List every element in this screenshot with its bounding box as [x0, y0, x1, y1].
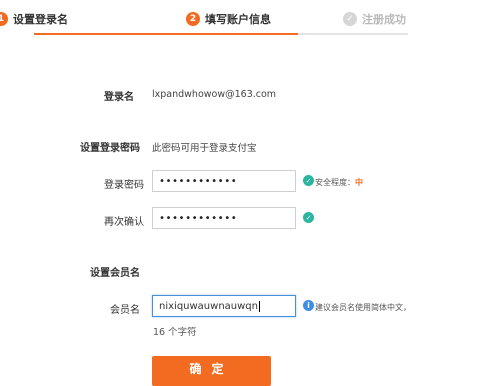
- progress-line-inactive: [298, 33, 408, 35]
- login-name-value: lxpandwhowow@163.com: [152, 89, 277, 100]
- confirm-password-input[interactable]: ••••••••••••: [152, 207, 296, 229]
- check-icon: ✓: [303, 175, 314, 186]
- step-2-label: 填写账户信息: [205, 13, 271, 26]
- progress-line-active: [34, 33, 298, 35]
- check-circle-icon: ✓: [343, 12, 357, 26]
- step-3-label: 注册成功: [362, 13, 406, 26]
- password-label: 登录密码: [104, 180, 144, 191]
- strength-label: 安全程度：: [315, 178, 355, 187]
- step-progress-bar: 1 设置登录名 2 填写账户信息 ✓ 注册成功: [0, 0, 498, 35]
- password-strength: 安全程度：中: [315, 177, 363, 188]
- step-1-badge: 1: [0, 12, 8, 26]
- step-1-label: 设置登录名: [13, 13, 68, 26]
- password-note: 此密码可用于登录支付宝: [152, 143, 257, 154]
- confirm-button[interactable]: 确定: [152, 356, 271, 386]
- check-icon: ✓: [303, 212, 314, 223]
- text-caret: [259, 300, 260, 312]
- member-name-label: 会员名: [110, 305, 140, 316]
- login-name-label: 登录名: [104, 92, 134, 103]
- step-1: 1 设置登录名: [0, 10, 68, 28]
- member-section-title: 设置会员名: [90, 268, 140, 279]
- strength-value: 中: [355, 178, 363, 187]
- step-2: 2 填写账户信息: [186, 10, 271, 28]
- password-section-title: 设置登录密码: [80, 143, 140, 154]
- char-count: 16 个字符: [153, 327, 197, 338]
- info-icon: i: [303, 300, 314, 311]
- member-name-hint: 建议会员名使用简体中文，: [315, 303, 411, 312]
- confirm-password-label: 再次确认: [104, 217, 144, 228]
- password-input[interactable]: ••••••••••••: [152, 170, 296, 192]
- step-3: ✓ 注册成功: [343, 10, 406, 28]
- step-2-badge: 2: [186, 12, 200, 26]
- password-mask: ••••••••••••: [159, 175, 238, 187]
- confirm-password-mask: ••••••••••••: [159, 212, 238, 224]
- member-name-value: nixiquwauwnauwqn: [159, 300, 258, 312]
- member-name-input[interactable]: nixiquwauwnauwqn: [152, 295, 296, 317]
